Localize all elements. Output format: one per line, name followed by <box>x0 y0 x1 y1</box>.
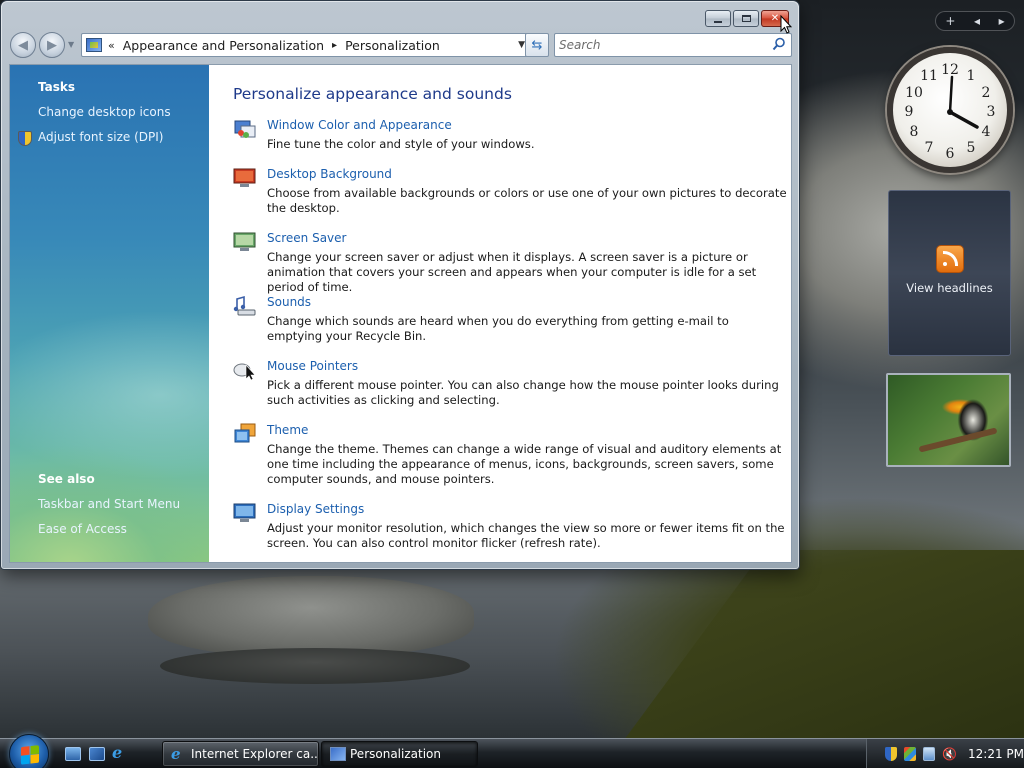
theme-icon <box>234 423 256 443</box>
taskbar-button-personalization[interactable]: Personalization <box>321 741 478 767</box>
item-description: Fine tune the color and style of your wi… <box>267 137 535 151</box>
search-icon[interactable] <box>772 37 786 51</box>
breadcrumb-separator[interactable]: ▸ <box>332 40 337 51</box>
taskbar-button-label: Internet Explorer ca... <box>191 747 319 761</box>
breadcrumb-personalization[interactable]: Personalization <box>345 38 440 53</box>
network-icon[interactable] <box>922 746 936 761</box>
main-content: Personalize appearance and sounds Window… <box>233 65 791 562</box>
minimize-button[interactable] <box>705 10 731 27</box>
see-also-heading: See also <box>38 472 95 486</box>
next-page-icon[interactable]: ▸ <box>999 14 1005 28</box>
wallpaper-grass <box>624 550 1024 740</box>
change-desktop-icons-link[interactable]: Change desktop icons <box>38 105 171 119</box>
item-description: Change your screen saver or adjust when … <box>267 250 757 294</box>
taskbar-button-label: Personalization <box>350 747 441 761</box>
start-button[interactable] <box>9 734 49 768</box>
control-panel-icon <box>86 38 102 52</box>
adjust-font-size-link[interactable]: Adjust font size (DPI) <box>38 130 163 144</box>
notification-area: 🔇 12:21 PM <box>866 739 1024 768</box>
switch-windows-icon[interactable] <box>89 747 105 761</box>
taskbar: e e Internet Explorer ca... Personalizat… <box>0 734 1024 768</box>
forward-button[interactable]: ▶ <box>39 32 65 58</box>
address-bar[interactable]: « Appearance and Personalization ▸ Perso… <box>81 33 532 57</box>
view-headlines-label: View headlines <box>906 281 993 295</box>
windows-flag-icon[interactable] <box>903 746 916 761</box>
item-description: Change the theme. Themes can change a wi… <box>267 442 782 486</box>
caption-buttons: ✕ <box>705 10 789 27</box>
refresh-button[interactable]: ⇆ <box>525 33 549 57</box>
previous-page-icon[interactable]: ◂ <box>974 14 980 28</box>
refresh-icon: ⇆ <box>531 37 543 53</box>
sounds-link[interactable]: Sounds <box>267 295 311 309</box>
window-color-and-appearance-link[interactable]: Window Color and Appearance <box>267 118 452 132</box>
internet-explorer-icon: e <box>171 745 181 763</box>
show-desktop-icon[interactable] <box>65 747 81 761</box>
window-color-icon <box>234 120 256 138</box>
taskbar-button-internet-explorer[interactable]: e Internet Explorer ca... <box>162 741 319 767</box>
desktop-background-link[interactable]: Desktop Background <box>267 167 392 181</box>
personalization-window: ✕ ◀ ▶ ▼ « Appearance and Personalization… <box>0 0 800 570</box>
item-description: Pick a different mouse pointer. You can … <box>267 378 779 407</box>
desktop-background-icon <box>233 168 256 187</box>
wallpaper-rock <box>148 576 474 656</box>
item-description: Change which sounds are heard when you d… <box>267 314 729 343</box>
sidebar-controls: + ◂ ▸ <box>935 11 1015 31</box>
slideshow-gadget[interactable] <box>886 373 1011 467</box>
maximize-icon <box>741 15 751 22</box>
tasks-heading: Tasks <box>38 80 76 94</box>
uac-shield-icon <box>18 131 32 146</box>
breadcrumb-overflow[interactable]: « <box>108 39 115 52</box>
mouse-pointers-link[interactable]: Mouse Pointers <box>267 359 358 373</box>
back-arrow-icon: ◀ <box>18 37 28 53</box>
minimize-icon <box>714 20 722 23</box>
security-shield-icon[interactable] <box>885 746 897 761</box>
maximize-button[interactable] <box>733 10 759 27</box>
taskbar-clock[interactable]: 12:21 PM <box>968 747 1024 761</box>
internet-explorer-icon[interactable]: e <box>112 743 128 762</box>
volume-muted-icon[interactable]: 🔇 <box>942 747 957 761</box>
close-icon: ✕ <box>770 13 780 24</box>
display-settings-link[interactable]: Display Settings <box>267 502 364 516</box>
wallpaper-rock-reflection <box>160 648 470 684</box>
sounds-icon <box>233 295 256 316</box>
rss-feed-icon <box>935 245 964 273</box>
task-pane: Tasks Change desktop icons Adjust font s… <box>10 65 209 562</box>
windows-logo-icon <box>21 745 39 765</box>
search-input[interactable] <box>555 34 755 56</box>
add-gadget-button[interactable]: + <box>945 14 955 28</box>
photo-branch <box>918 427 998 453</box>
search-box <box>554 33 792 57</box>
page-title: Personalize appearance and sounds <box>233 85 512 103</box>
navigation-bar: ◀ ▶ ▼ « Appearance and Personalization ▸… <box>10 32 793 58</box>
breadcrumb-appearance-and-personalization[interactable]: Appearance and Personalization <box>123 38 324 53</box>
taskbar-and-start-menu-link[interactable]: Taskbar and Start Menu <box>38 497 180 511</box>
item-description: Choose from available backgrounds or col… <box>267 186 787 215</box>
forward-arrow-icon: ▶ <box>47 37 57 53</box>
display-settings-icon <box>233 503 256 522</box>
mouse-cursor-icon <box>780 15 792 34</box>
clock-gadget[interactable]: 12 1 2 3 4 5 6 7 8 9 10 11 <box>887 47 1013 173</box>
screen-saver-icon <box>233 232 256 251</box>
recent-pages-dropdown[interactable]: ▼ <box>68 40 74 49</box>
clock-hands <box>947 75 979 129</box>
ease-of-access-link[interactable]: Ease of Access <box>38 522 127 536</box>
back-button[interactable]: ◀ <box>10 32 36 58</box>
window-content: Tasks Change desktop icons Adjust font s… <box>9 64 792 563</box>
control-panel-icon <box>330 747 346 761</box>
item-description: Adjust your monitor resolution, which ch… <box>267 521 785 550</box>
address-dropdown-icon[interactable]: ▼ <box>518 40 525 50</box>
feed-headlines-gadget[interactable]: View headlines <box>888 190 1011 356</box>
screen-saver-link[interactable]: Screen Saver <box>267 231 346 245</box>
theme-link[interactable]: Theme <box>267 423 308 437</box>
mouse-pointers-icon <box>233 363 256 381</box>
